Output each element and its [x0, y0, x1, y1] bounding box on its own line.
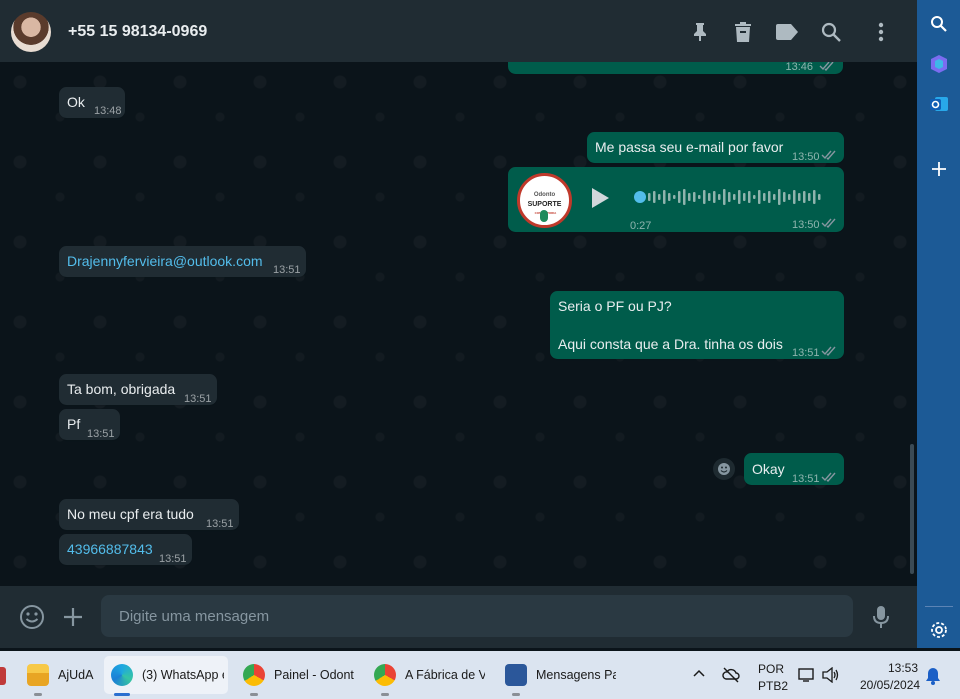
composer — [0, 586, 917, 648]
search-icon[interactable] — [819, 20, 843, 44]
message-bubble-out[interactable]: 13:46 — [508, 62, 843, 74]
app-icon-partial[interactable] — [0, 667, 6, 685]
chat-header[interactable]: +55 15 98134-0969 — [0, 0, 917, 62]
phone-link[interactable]: 43966887843 — [67, 540, 153, 559]
double-check-icon — [821, 472, 836, 482]
folder-icon — [27, 664, 49, 686]
notification-bell-icon[interactable] — [925, 667, 941, 690]
running-indicator — [512, 693, 520, 696]
chrome-icon — [374, 664, 396, 686]
running-indicator — [34, 693, 42, 696]
message-text: Ok — [67, 94, 85, 110]
whatsapp-window: +55 15 98134-0969 13:46 Ok 13:48 Me pass… — [0, 0, 917, 648]
message-bubble-in[interactable]: 43966887843 13:51 — [59, 534, 192, 565]
message-bubble-in[interactable]: Ok 13:48 — [59, 87, 125, 118]
emoji-icon[interactable] — [18, 603, 46, 631]
message-bubble-in[interactable]: Pf 13:51 — [59, 409, 120, 440]
message-time: 13:51 — [273, 264, 301, 276]
email-link[interactable]: Drajennyfervieira@outlook.com — [67, 252, 263, 271]
volume-icon[interactable] — [822, 666, 840, 688]
message-time: 13:51 — [184, 393, 212, 405]
message-input[interactable] — [101, 595, 853, 637]
clock[interactable]: 13:53 20/05/2024 — [860, 661, 920, 692]
message-text: Pf — [67, 416, 81, 432]
message-time: 13:51 — [87, 428, 115, 440]
message-time: 13:51 — [792, 473, 820, 485]
avatar[interactable] — [11, 12, 51, 52]
emoji-react-icon[interactable] — [713, 458, 735, 480]
message-bubble-in[interactable]: No meu cpf era tudo 13:51 — [59, 499, 239, 530]
show-hidden-icons-chevron-icon[interactable] — [692, 667, 706, 686]
word-icon — [505, 664, 527, 686]
message-bubble-out[interactable]: Okay 13:51 — [744, 453, 844, 485]
message-text: Me passa seu e-mail por favor — [595, 139, 784, 155]
attach-plus-icon[interactable] — [59, 603, 87, 631]
message-bubble-out[interactable]: Seria o PF ou PJ? Aqui consta que a Dra.… — [550, 291, 844, 359]
label-icon[interactable] — [775, 20, 799, 44]
message-text: Okay — [752, 461, 785, 477]
audio-duration: 0:27 — [630, 220, 652, 232]
message-time: 13:50 — [792, 219, 820, 231]
contact-name[interactable]: +55 15 98134-0969 — [68, 23, 207, 41]
message-text: No meu cpf era tudo — [67, 506, 194, 522]
message-text: Seria o PF ou PJ? — [558, 298, 672, 314]
taskbar-item-word[interactable]: Mensagens Pa — [505, 651, 616, 699]
active-indicator — [114, 693, 130, 696]
outlook-icon[interactable] — [928, 93, 950, 115]
running-indicator — [250, 693, 258, 696]
audio-thumbnail: Odonto SUPORTE CONSULTORIA ODONTOLÓGICA — [517, 173, 572, 228]
microphone-icon[interactable] — [867, 603, 895, 631]
edge-icon — [111, 664, 133, 686]
message-text: Ta bom, obrigada — [67, 381, 176, 397]
scroll-thumb[interactable] — [910, 444, 914, 574]
message-bubble-out[interactable]: Me passa seu e-mail por favor 13:50 — [587, 132, 844, 163]
windows-taskbar: AjUdA (3) WhatsApp e Painel - Odont A Fá… — [0, 651, 960, 699]
message-bubble-in[interactable]: Drajennyfervieira@outlook.com 13:51 — [59, 246, 306, 277]
running-indicator — [381, 693, 389, 696]
input-language[interactable]: POR PTB2 — [758, 662, 788, 693]
copilot-icon[interactable] — [928, 53, 950, 75]
message-time: 13:51 — [206, 518, 234, 530]
settings-gear-icon[interactable] — [928, 619, 950, 641]
cloud-off-icon[interactable] — [722, 667, 740, 688]
audio-message[interactable]: Odonto SUPORTE CONSULTORIA ODONTOLÓGICA — [508, 167, 844, 232]
search-icon[interactable] — [928, 13, 950, 35]
taskbar-item-chrome-2[interactable]: A Fábrica de Ve — [374, 651, 485, 699]
message-bubble-in[interactable]: Ta bom, obrigada 13:51 — [59, 374, 217, 405]
play-button[interactable] — [590, 187, 610, 214]
mic-badge-icon — [540, 210, 548, 222]
message-time: 13:48 — [94, 105, 122, 117]
add-icon[interactable] — [928, 158, 950, 180]
message-time: 13:46 — [785, 62, 813, 73]
audio-waveform[interactable] — [632, 185, 824, 209]
taskbar-item-whatsapp[interactable]: (3) WhatsApp e — [111, 651, 224, 699]
double-check-icon — [821, 218, 836, 228]
network-icon[interactable] — [798, 667, 816, 688]
double-check-icon — [821, 346, 836, 356]
sidebar-divider — [925, 606, 953, 607]
message-time: 13:50 — [792, 151, 820, 163]
double-check-icon — [819, 62, 834, 71]
message-time: 13:51 — [159, 553, 187, 565]
pin-icon[interactable] — [688, 20, 712, 44]
taskbar-item-chrome-1[interactable]: Painel - Odont — [243, 651, 354, 699]
delete-icon[interactable] — [731, 20, 755, 44]
chrome-icon — [243, 664, 265, 686]
double-check-icon — [821, 150, 836, 160]
message-list[interactable]: 13:46 Ok 13:48 Me passa seu e-mail por f… — [0, 62, 917, 586]
message-text: Aqui consta que a Dra. tinha os dois — [558, 336, 783, 352]
taskbar-item-folder[interactable]: AjUdA — [27, 651, 93, 699]
message-time: 13:51 — [792, 347, 820, 359]
menu-icon[interactable] — [869, 20, 893, 44]
chat-scrollbar[interactable] — [908, 62, 917, 586]
